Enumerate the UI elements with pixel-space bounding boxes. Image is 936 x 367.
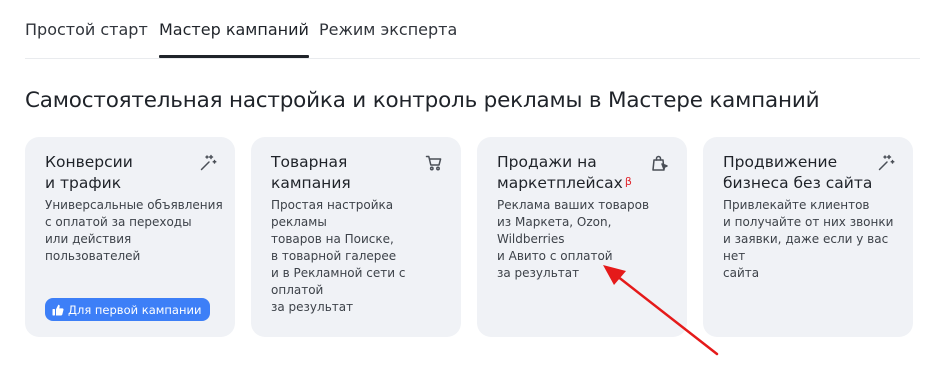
beta-badge: β <box>624 175 632 188</box>
card-title: Конверсии и трафик <box>45 153 133 192</box>
tab-campaign-master[interactable]: Мастер кампаний <box>159 20 309 58</box>
magic-wand-icon <box>199 154 217 172</box>
page-title: Самостоятельная настройка и контроль рек… <box>25 88 820 113</box>
tab-campaign-master-label: Мастер кампаний <box>159 20 309 39</box>
badge-label: Для первой кампании <box>68 302 202 317</box>
card-description: Простая настройка рекламы товаров на Поис… <box>271 198 406 314</box>
active-tab-indicator <box>159 55 309 58</box>
card-title: Продвижение бизнеса без сайта <box>723 153 873 192</box>
card-conversions-traffic[interactable]: Конверсии и трафик Универсальные объявлен… <box>25 137 235 337</box>
card-product-campaign[interactable]: Товарная кампания Простая настройка рекла… <box>251 137 461 337</box>
tab-bar: Простой старт Мастер кампаний Режим эксп… <box>25 0 920 59</box>
card-description: Привлекайте клиентов и получайте от них з… <box>723 198 894 280</box>
thumbs-up-icon <box>52 304 64 315</box>
card-description: Реклама ваших товаров из Маркета, Ozon, W… <box>497 198 650 280</box>
card-title: Товарная кампания <box>271 153 351 192</box>
card-description: Универсальные объявления с оплатой за пер… <box>45 198 223 263</box>
first-campaign-badge[interactable]: Для первой кампании <box>45 298 211 321</box>
card-title: Продажи на маркетплейсах β <box>497 153 632 192</box>
card-marketplace-sales[interactable]: Продажи на маркетплейсах β Реклама ваших т… <box>477 137 687 337</box>
tab-expert-mode[interactable]: Режим эксперта <box>319 20 457 39</box>
tab-simple-start[interactable]: Простой старт <box>25 20 148 39</box>
card-business-without-site[interactable]: Продвижение бизнеса без сайта Привлекайте… <box>703 137 913 337</box>
magic-wand-icon <box>877 154 895 172</box>
cart-icon <box>425 154 443 172</box>
shopping-bag-icon <box>651 154 669 172</box>
